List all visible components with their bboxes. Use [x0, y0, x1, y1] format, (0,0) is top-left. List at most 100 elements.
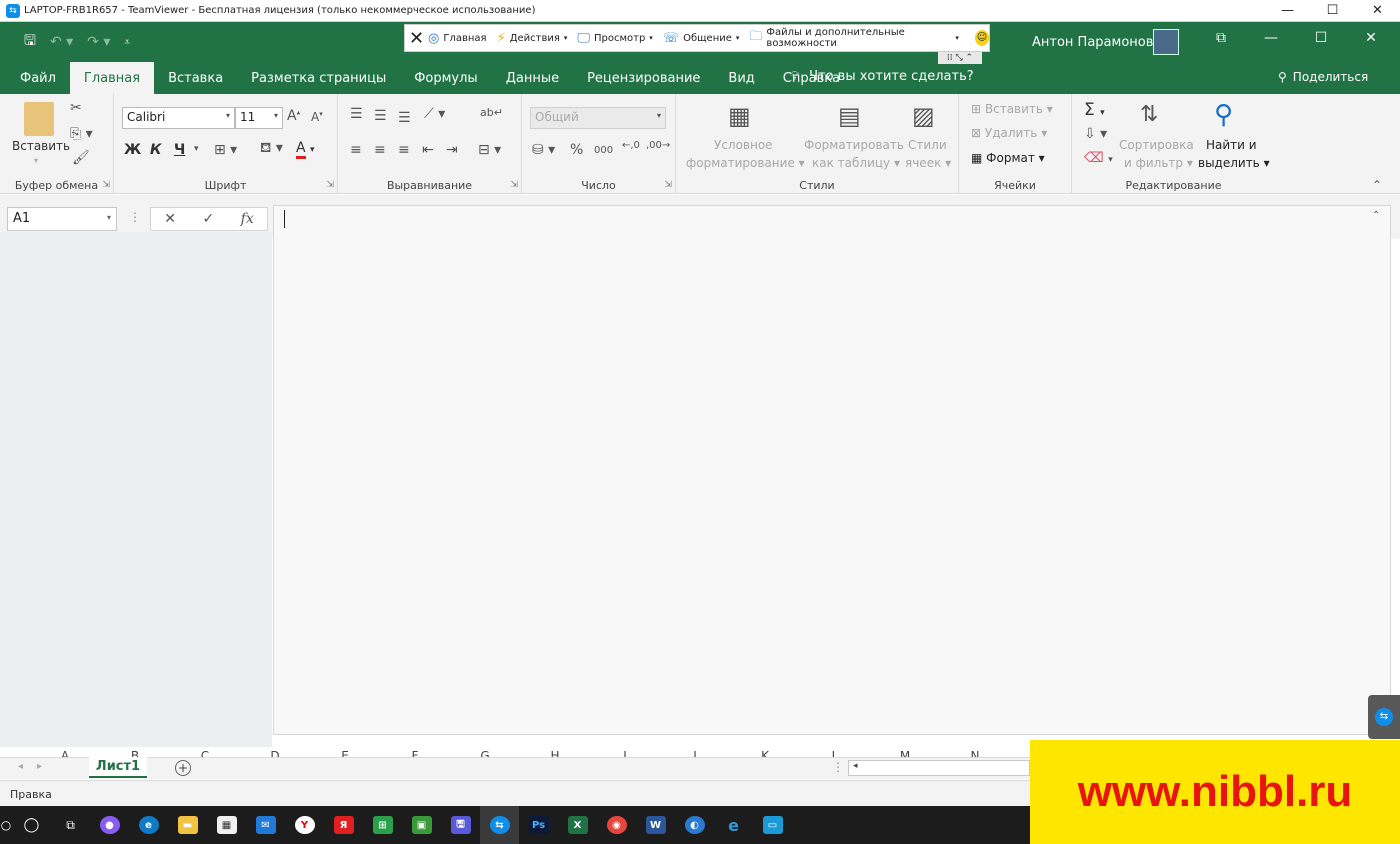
sort-filter-line1[interactable]: Сортировка: [1119, 138, 1194, 152]
user-name[interactable]: Антон Парамонов: [1032, 35, 1153, 50]
format-cells-button[interactable]: ▦ Формат ▾: [971, 151, 1045, 165]
column-header[interactable]: H: [520, 747, 590, 757]
toolbar-collapse-handle[interactable]: ⁞⁞ ⤡ ⌃: [938, 52, 982, 64]
internet-explorer-icon[interactable]: e: [714, 806, 753, 844]
column-header[interactable]: G: [450, 747, 520, 757]
tv-communicate-button[interactable]: ☏ Общение ▾: [663, 31, 740, 46]
column-header[interactable]: M: [870, 747, 940, 757]
alignment-launcher-icon[interactable]: ⇲: [510, 180, 518, 190]
insert-function-icon[interactable]: fx: [241, 211, 254, 227]
scrollbar-split-handle[interactable]: ⋮: [832, 760, 844, 774]
delete-cells-button[interactable]: ⊠ Удалить ▾: [971, 126, 1047, 140]
tab-view[interactable]: Вид: [714, 62, 768, 94]
user-avatar[interactable]: [1153, 29, 1179, 55]
find-select-icon[interactable]: ⚲: [1214, 100, 1233, 130]
tv-home-button[interactable]: ◎ Главная: [428, 31, 487, 46]
sheet-tab[interactable]: Лист1: [89, 757, 147, 778]
comma-style-icon[interactable]: 000: [594, 145, 613, 156]
column-header[interactable]: I: [590, 747, 660, 757]
column-header[interactable]: E: [310, 747, 380, 757]
word-icon[interactable]: W: [636, 806, 675, 844]
task-view-icon[interactable]: ⧉: [51, 806, 90, 844]
column-header[interactable]: K: [730, 747, 800, 757]
fill-color-icon[interactable]: ⛾ ▾: [260, 140, 283, 158]
maximize-button[interactable]: ☐: [1310, 0, 1355, 22]
mail-icon[interactable]: ✉: [246, 806, 285, 844]
horizontal-scrollbar[interactable]: ◂: [848, 760, 1030, 776]
formula-input[interactable]: [273, 205, 1391, 735]
align-center-icon[interactable]: ≡: [374, 142, 386, 158]
column-header[interactable]: F: [380, 747, 450, 757]
minimize-icon[interactable]: —: [1246, 30, 1296, 46]
increase-font-icon[interactable]: A▴: [287, 108, 300, 124]
column-header[interactable]: A: [30, 747, 100, 757]
tab-insert[interactable]: Вставка: [154, 62, 237, 94]
format-as-table-line1[interactable]: Форматировать: [804, 138, 904, 152]
collapse-formula-bar-icon[interactable]: ⌃: [1372, 210, 1380, 221]
next-sheet-icon[interactable]: ▸: [37, 761, 42, 772]
tab-home[interactable]: Главная: [69, 62, 155, 94]
redo-icon[interactable]: ↷ ▾: [87, 34, 110, 50]
insert-cells-button[interactable]: ⊞ Вставить ▾: [971, 102, 1053, 116]
cell-styles-line2[interactable]: ячеек ▾: [905, 156, 951, 170]
clear-icon[interactable]: ⌫ ▾: [1084, 150, 1113, 166]
search-icon[interactable]: ○: [0, 806, 12, 844]
close-button[interactable]: ✕: [1355, 0, 1400, 22]
feedback-smiley-icon[interactable]: ☺: [974, 30, 989, 46]
sort-filter-line2[interactable]: и фильтр ▾: [1124, 156, 1193, 170]
alice-icon[interactable]: ●: [90, 806, 129, 844]
minimize-button[interactable]: —: [1265, 0, 1310, 22]
prev-sheet-icon[interactable]: ◂: [18, 761, 23, 772]
column-header[interactable]: D: [240, 747, 310, 757]
formula-bar-resize-handle[interactable]: ⋮: [129, 210, 141, 224]
collapse-ribbon-icon[interactable]: ⌃: [1372, 178, 1382, 192]
cortana-icon[interactable]: ◯: [12, 806, 51, 844]
scroll-left-icon[interactable]: ◂: [849, 761, 858, 771]
italic-button[interactable]: К: [150, 142, 161, 158]
clipboard-launcher-icon[interactable]: ⇲: [102, 180, 110, 190]
align-right-icon[interactable]: ≡: [398, 142, 410, 158]
find-select-line1[interactable]: Найти и: [1206, 138, 1257, 152]
conditional-formatting-line1[interactable]: Условное: [714, 138, 773, 152]
increase-indent-icon[interactable]: ⇥: [446, 142, 458, 158]
teamviewer-side-handle[interactable]: ⇆: [1368, 695, 1400, 739]
format-as-table-line2[interactable]: как таблицу ▾: [812, 156, 900, 170]
copy-icon[interactable]: ⎘ ▾: [70, 126, 93, 142]
font-color-icon[interactable]: A ▾: [296, 140, 315, 159]
increase-decimal-icon[interactable]: ←,0: [622, 140, 640, 151]
wrap-text-icon[interactable]: ab↵: [480, 106, 503, 119]
bold-button[interactable]: Ж: [124, 142, 141, 158]
yandex-icon[interactable]: Y: [285, 806, 324, 844]
decrease-decimal-icon[interactable]: ,00→: [646, 140, 670, 151]
percent-icon[interactable]: %: [570, 142, 583, 158]
column-header[interactable]: B: [100, 747, 170, 757]
format-as-table-icon[interactable]: ▤: [838, 102, 861, 130]
teamviewer-taskbar-icon[interactable]: ⇆: [480, 806, 519, 844]
edge-icon[interactable]: e: [129, 806, 168, 844]
floppy-app-icon[interactable]: 🖫: [441, 806, 480, 844]
paste-dropdown-icon[interactable]: ▾: [34, 156, 38, 165]
image-viewer-icon[interactable]: ▣: [402, 806, 441, 844]
enter-entry-icon[interactable]: ✓: [202, 211, 214, 227]
customize-qat-icon[interactable]: ⩡: [124, 37, 130, 48]
tab-formulas[interactable]: Формулы: [400, 62, 491, 94]
accounting-format-icon[interactable]: ⛁ ▾: [532, 142, 555, 158]
chrome-icon[interactable]: ◉: [597, 806, 636, 844]
photoshop-icon[interactable]: Ps: [519, 806, 558, 844]
cell-styles-line1[interactable]: Стили: [908, 138, 947, 152]
borders-icon[interactable]: ⊞ ▾: [214, 142, 237, 158]
network-app-icon[interactable]: ⊞: [363, 806, 402, 844]
remote-desktop-icon[interactable]: ▭: [753, 806, 792, 844]
close-icon[interactable]: ✕: [1346, 30, 1396, 46]
conditional-formatting-icon[interactable]: ▦: [728, 102, 751, 130]
tv-files-button[interactable]: 🗀 Файлы и дополнительные возможности ▾: [749, 27, 958, 49]
tab-data[interactable]: Данные: [492, 62, 573, 94]
cancel-entry-icon[interactable]: ✕: [164, 211, 176, 227]
column-header[interactable]: C: [170, 747, 240, 757]
add-sheet-icon[interactable]: +: [175, 760, 191, 776]
underline-button[interactable]: Ч: [174, 142, 185, 158]
name-box[interactable]: A1 ▾: [7, 207, 117, 231]
store-icon[interactable]: ▦: [207, 806, 246, 844]
fill-icon[interactable]: ⇩ ▾: [1084, 126, 1107, 142]
find-select-line2[interactable]: выделить ▾: [1198, 156, 1270, 170]
